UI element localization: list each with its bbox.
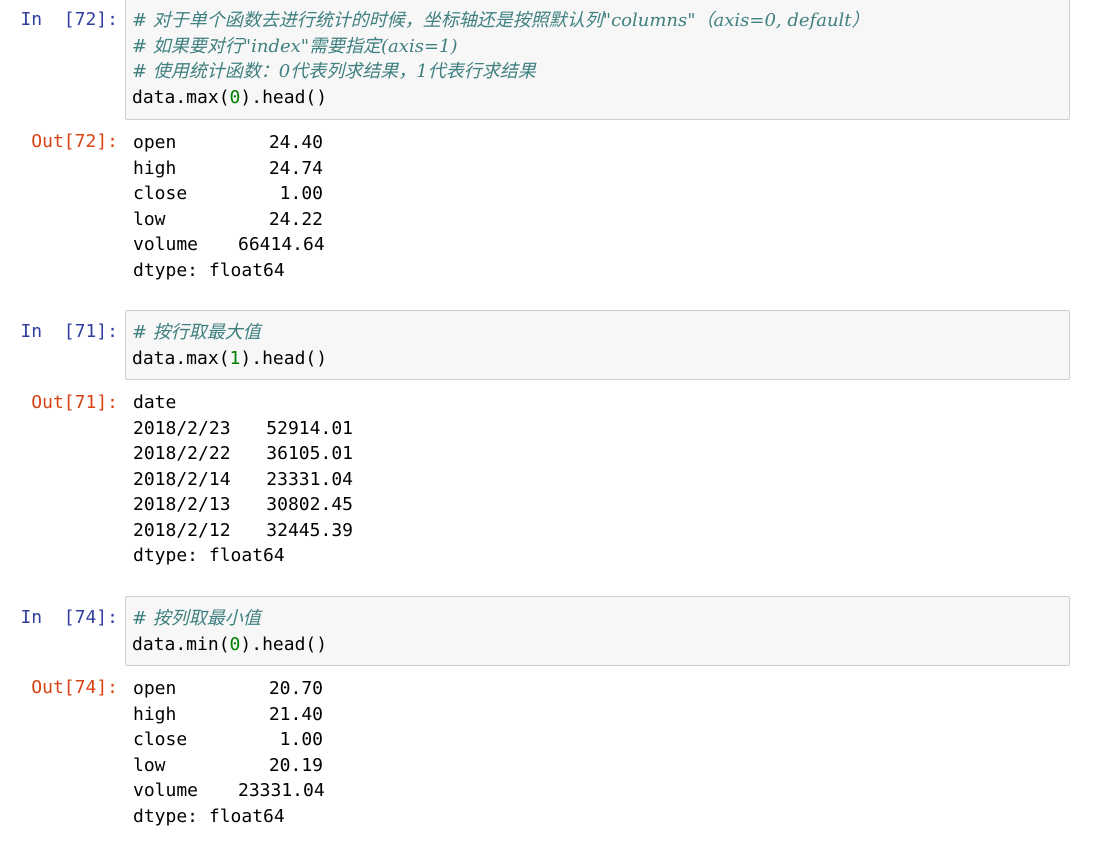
output-dtype: dtype: float64 xyxy=(133,805,285,827)
output-value: 32445.39 xyxy=(266,519,353,541)
output-key: 2018/2/13 xyxy=(133,494,231,515)
in-prompt-72: In [72]: xyxy=(20,9,118,30)
code-cell-72[interactable]: # 对于单个函数去进行统计的时候，坐标轴还是按照默认列"columns"（axi… xyxy=(125,0,1070,120)
output-row: 2018/2/14 23331.04 xyxy=(133,467,353,493)
output-key: low xyxy=(133,754,166,776)
code-line: data.min(0).head() xyxy=(132,632,1063,658)
output-row: 2018/2/22 36105.01 xyxy=(133,441,353,467)
notebook: In [72]: # 对于单个函数去进行统计的时候，坐标轴还是按照默认列"col… xyxy=(0,0,1101,843)
code-call: data.max( xyxy=(132,347,230,369)
output-key: volume xyxy=(133,234,199,255)
output-key: high xyxy=(133,703,177,725)
output-value: 36105.01 xyxy=(266,443,353,464)
code-line: data.max(1).head() xyxy=(132,346,1063,372)
output-key: open xyxy=(133,132,177,153)
output-value: 66414.64 xyxy=(238,234,325,255)
output-value: 1.00 xyxy=(279,729,323,750)
output-value: 20.19 xyxy=(268,754,323,776)
output-row: 2018/2/13 30802.45 xyxy=(133,492,353,518)
out-prompt-71: Out[71]: xyxy=(31,392,118,413)
code-call: ).head() xyxy=(240,347,328,369)
output-row: high 21.40 xyxy=(133,702,323,728)
code-line: # 对于单个函数去进行统计的时候，坐标轴还是按照默认列"columns"（axi… xyxy=(132,8,1063,34)
output-row: volume 66414.64 xyxy=(133,232,325,258)
output-value: 23331.04 xyxy=(266,468,353,490)
code-comment: # 按行取最大值 xyxy=(132,322,261,343)
code-line: # 按列取最小值 xyxy=(132,606,1063,632)
output-dtype: dtype: float64 xyxy=(133,545,285,566)
code-line: # 使用统计函数：0代表列求结果，1代表行求结果 xyxy=(132,59,1063,85)
code-comment: # 按列取最小值 xyxy=(132,608,261,629)
code-call: data.min( xyxy=(132,633,230,655)
output-row: close 1.00 xyxy=(133,727,323,753)
code-cell-74[interactable]: # 按列取最小值 data.min(0).head() xyxy=(125,596,1070,666)
in-prompt-71: In [71]: xyxy=(20,321,118,342)
output-value: 52914.01 xyxy=(266,417,353,439)
code-comment: # 对于单个函数去进行统计的时候，坐标轴还是按照默认列"columns"（axi… xyxy=(132,10,870,31)
code-comment: # 如果要对行"index"需要指定(axis=1) xyxy=(132,35,458,57)
output-value: 24.40 xyxy=(268,132,323,153)
output-row: volume 23331.04 xyxy=(133,778,325,804)
out-prompt-72: Out[72]: xyxy=(31,131,118,152)
output-key: 2018/2/22 xyxy=(133,443,231,464)
output-row: open 20.70 xyxy=(133,676,323,702)
output-key: 2018/2/23 xyxy=(133,417,231,439)
output-row: low 20.19 xyxy=(133,753,323,779)
code-number: 1 xyxy=(229,347,241,369)
output-index-name: date xyxy=(133,392,177,413)
code-line: data.max(0).head() xyxy=(132,85,1063,111)
output-key: close xyxy=(133,183,188,204)
output-row: open 24.40 xyxy=(133,130,323,156)
output-key: 2018/2/12 xyxy=(133,519,231,541)
in-prompt-74: In [74]: xyxy=(20,607,118,628)
code-number: 0 xyxy=(229,86,241,108)
output-key: close xyxy=(133,729,188,750)
output-value: 21.40 xyxy=(268,703,323,725)
output-71: date 2018/2/23 52914.01 2018/2/22 36105.01… xyxy=(133,390,353,569)
output-74: open 20.70 high 21.40 close 1.00 low 20.19 v… xyxy=(133,676,325,829)
output-row: 2018/2/12 32445.39 xyxy=(133,518,353,544)
output-72: open 24.40 high 24.74 close 1.00 low 24.22 v… xyxy=(133,130,325,283)
output-value: 24.22 xyxy=(268,208,323,230)
code-call: ).head() xyxy=(240,86,328,108)
code-line: # 按行取最大值 xyxy=(132,320,1063,346)
output-key: low xyxy=(133,208,166,230)
output-dtype: dtype: float64 xyxy=(133,259,285,281)
code-comment: # 使用统计函数：0代表列求结果，1代表行求结果 xyxy=(132,61,536,82)
output-value: 23331.04 xyxy=(238,780,325,801)
output-key: open xyxy=(133,678,177,699)
output-row: high 24.74 xyxy=(133,156,323,182)
code-line: # 如果要对行"index"需要指定(axis=1) xyxy=(132,34,1063,60)
code-call: data.max( xyxy=(132,86,230,108)
output-row: low 24.22 xyxy=(133,207,323,233)
output-value: 24.74 xyxy=(268,157,323,179)
output-value: 20.70 xyxy=(268,678,323,699)
code-number: 0 xyxy=(229,633,241,655)
output-key: 2018/2/14 xyxy=(133,468,231,490)
code-cell-71[interactable]: # 按行取最大值 data.max(1).head() xyxy=(125,310,1070,380)
output-key: volume xyxy=(133,780,199,801)
output-value: 1.00 xyxy=(279,183,323,204)
output-key: high xyxy=(133,157,177,179)
code-call: ).head() xyxy=(240,633,328,655)
output-row: close 1.00 xyxy=(133,181,323,207)
output-row: 2018/2/23 52914.01 xyxy=(133,416,353,442)
out-prompt-74: Out[74]: xyxy=(31,677,118,698)
output-value: 30802.45 xyxy=(266,494,353,515)
